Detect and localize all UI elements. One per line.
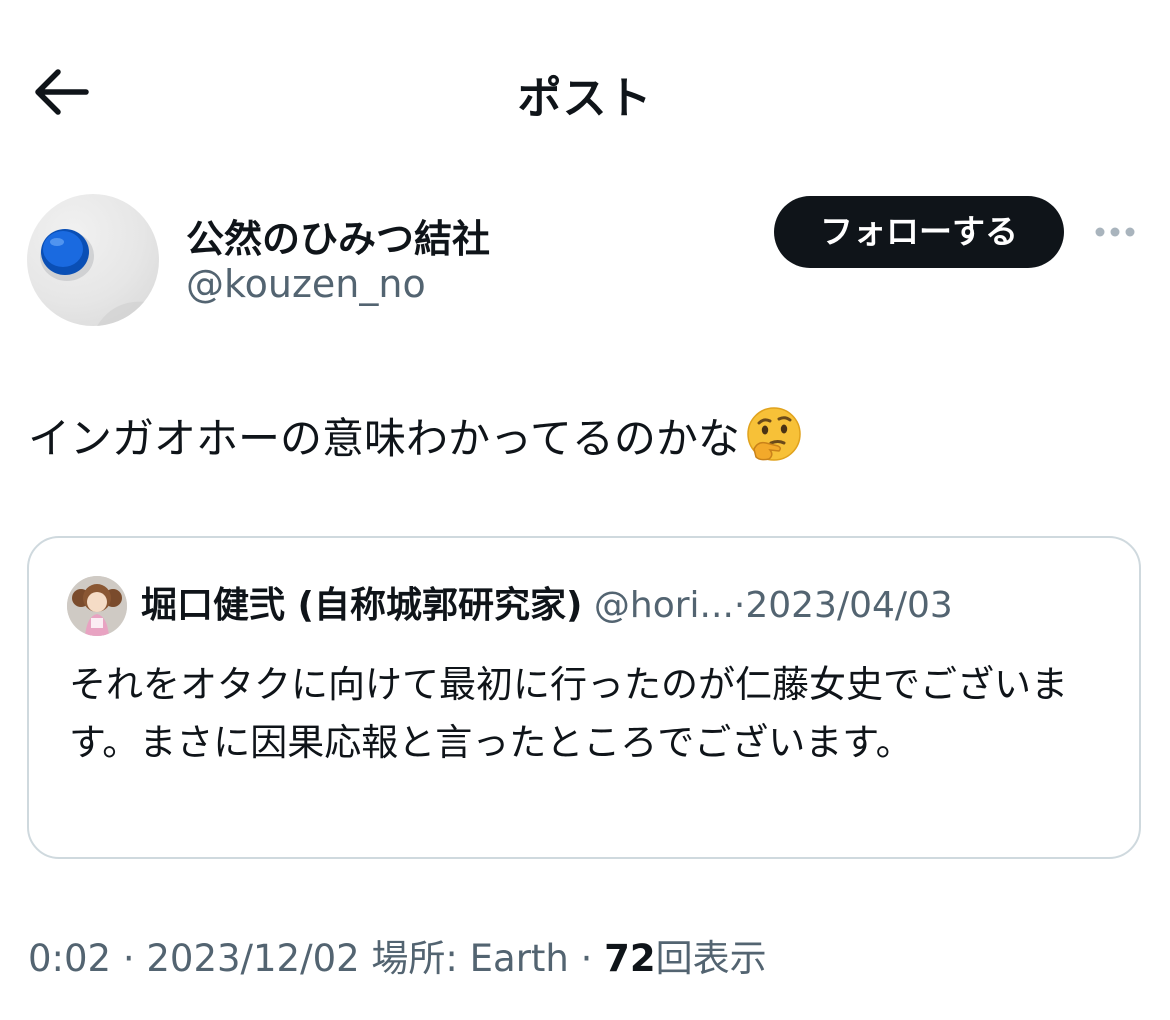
quoted-post-body: それをオタクに向けて最初に行ったのが仁藤女史でございます。まさに因果応報と言った… [69, 663, 1068, 764]
quoted-post-date: 2023/04/03 [745, 585, 953, 626]
meta-separator: · [580, 937, 593, 980]
post-text-content: インガオホーの意味わかってるのかな [28, 414, 740, 463]
figure-image [67, 576, 127, 636]
post-date[interactable]: 2023/12/02 [146, 937, 359, 980]
author-avatar[interactable] [27, 194, 159, 326]
post-text: インガオホーの意味わかってるのかな [28, 405, 804, 467]
meta-separator: · [122, 937, 135, 980]
post-time[interactable]: 0:02 [28, 937, 111, 980]
post-location: 場所: Earth [371, 937, 569, 980]
more-dots-icon [1095, 227, 1135, 237]
more-options-button[interactable] [1090, 214, 1140, 250]
quoted-author-avatar [67, 576, 127, 636]
quoted-separator: · [733, 585, 746, 626]
views-label[interactable]: 回表示 [656, 937, 767, 980]
quoted-author-name: 堀口健弐 (自称城郭研究家) [141, 585, 583, 626]
quoted-post-card[interactable]: 堀口健弐 (自称城郭研究家) @hori...·2023/04/03 それをオタ… [27, 536, 1141, 859]
post-metadata: 0:02 · 2023/12/02 場所: Earth · 72回表示 [28, 934, 767, 984]
quoted-post-header: 堀口健弐 (自称城郭研究家) @hori...·2023/04/03 [141, 582, 953, 630]
avatar-image [40, 229, 159, 326]
author-display-name[interactable]: 公然のひみつ結社 [186, 208, 490, 263]
views-count[interactable]: 72 [604, 937, 656, 980]
follow-button[interactable]: フォローする [774, 196, 1064, 268]
quoted-author-handle: @hori... [593, 585, 734, 626]
page-title: ポスト [517, 73, 653, 124]
author-handle[interactable]: @kouzen_no [186, 262, 426, 306]
top-bar: ポスト [0, 0, 1170, 180]
thinking-face-emoji [747, 407, 801, 461]
